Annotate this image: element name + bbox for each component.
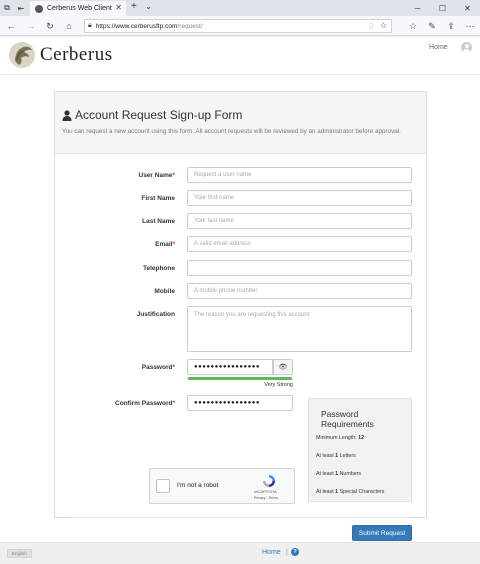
form-header: Account Request Sign-up Form You can req…: [55, 92, 426, 154]
recaptcha-label: I'm not a robot: [177, 482, 219, 489]
password-label: Password*: [141, 364, 175, 371]
favorites-icon[interactable]: ☆: [406, 19, 420, 33]
url-host: https://www.cerberusftp.com: [95, 22, 178, 30]
browser-address-bar: ← → ↻ ⌂ 🔒︎ https://www.cerberusftp.com/r…: [0, 16, 480, 36]
username-input[interactable]: Request a user name: [187, 167, 412, 183]
footer-home-link[interactable]: Home: [262, 549, 281, 556]
language-selector[interactable]: English: [7, 549, 32, 558]
pen-icon[interactable]: ✎: [425, 19, 439, 33]
recaptcha-logo-icon: [263, 475, 275, 487]
forward-icon[interactable]: →: [24, 19, 38, 33]
cerberus-emblem-icon: [9, 42, 35, 68]
mobile-input[interactable]: A mobile phone number: [187, 283, 412, 299]
tab-title: Cerberus Web Client: [47, 5, 112, 12]
signup-form-card: Account Request Sign-up Form You can req…: [54, 91, 427, 541]
user-avatar-icon[interactable]: [461, 42, 472, 53]
firstname-input[interactable]: Your first name: [187, 190, 412, 206]
window-close-icon[interactable]: ✕: [455, 0, 480, 16]
requirements-title: Password Requirements: [321, 409, 374, 429]
confirm-password-label: Confirm Password*: [115, 400, 175, 407]
justification-label: Justification: [136, 311, 175, 318]
reading-view-icon[interactable]: ▯: [369, 22, 373, 30]
brand-name: Cerberus: [40, 44, 113, 65]
maximize-icon[interactable]: ☐: [430, 0, 455, 16]
requirement-numbers: At least 1 Numbers: [316, 471, 362, 477]
requirement-min-length: Minimum Length: 12: [316, 435, 365, 441]
telephone-input[interactable]: [187, 260, 412, 276]
page-footer: English Home | ?: [0, 542, 480, 564]
user-icon: [62, 109, 72, 121]
recaptcha-widget: I'm not a robot reCAPTCHA Privacy - Term…: [149, 468, 295, 504]
home-link[interactable]: Home: [429, 44, 448, 51]
requirement-special: At least 1 Special Characters: [316, 489, 385, 495]
firstname-label: First Name: [141, 195, 175, 202]
back-icon[interactable]: ←: [4, 19, 18, 33]
star-icon[interactable]: ☆: [380, 21, 387, 30]
username-label: User Name*: [138, 172, 176, 179]
password-input[interactable]: ●●●●●●●●●●●●●●●●: [187, 359, 273, 375]
recaptcha-brand: reCAPTCHA: [254, 489, 277, 494]
tab-list-chevron-icon[interactable]: ⌄: [145, 2, 152, 11]
refresh-icon[interactable]: ↻: [43, 19, 57, 33]
footer-separator: |: [286, 549, 288, 556]
password-requirements-box: Password Requirements Minimum Length: 12…: [308, 398, 412, 502]
lastname-label: Last Name: [142, 218, 175, 225]
telephone-label: Telephone: [142, 265, 175, 272]
url-input[interactable]: 🔒︎ https://www.cerberusftp.com/request/ …: [84, 19, 392, 33]
window-controls: ─ ☐ ✕: [405, 0, 480, 16]
password-strength-text: Very Strong: [264, 382, 293, 388]
set-tabs-aside-icon[interactable]: ⇤: [14, 0, 28, 16]
minimize-icon[interactable]: ─: [405, 0, 430, 16]
form-title: Account Request Sign-up Form: [62, 108, 242, 122]
show-password-eye-icon[interactable]: 👁︎: [273, 359, 293, 375]
mobile-label: Mobile: [154, 288, 175, 295]
lock-icon: 🔒︎: [88, 22, 92, 29]
email-label: Email*: [155, 241, 175, 248]
help-icon[interactable]: ?: [291, 548, 299, 556]
cerberus-logo[interactable]: Cerberus: [7, 39, 127, 71]
email-input[interactable]: A valid email address: [187, 236, 412, 252]
browser-tab[interactable]: Cerberus Web Client ✕: [30, 1, 126, 16]
home-icon[interactable]: ⌂: [62, 19, 76, 33]
site-favicon-icon: [35, 4, 43, 13]
form-subtitle: You can request a new account using this…: [62, 128, 401, 135]
more-icon[interactable]: ⋯: [463, 19, 477, 33]
justification-textarea[interactable]: The reason you are requesting this accou…: [187, 306, 412, 352]
requirement-letters: At least 1 Letters: [316, 453, 356, 459]
form-divider: [70, 517, 412, 518]
page-content: Cerberus Home Account Request Sign-up Fo…: [0, 37, 480, 542]
new-tab-icon[interactable]: +: [131, 1, 137, 12]
submit-request-button[interactable]: Submit Request: [352, 525, 412, 541]
recaptcha-links[interactable]: Privacy - Terms: [254, 496, 278, 500]
confirm-password-input[interactable]: ●●●●●●●●●●●●●●●●: [187, 395, 293, 411]
lastname-input[interactable]: Your last name: [187, 213, 412, 229]
recaptcha-checkbox[interactable]: [156, 479, 170, 493]
close-tab-icon[interactable]: ✕: [115, 3, 122, 12]
tab-actions-icon[interactable]: ⧉: [0, 0, 14, 16]
password-strength-bar: [188, 377, 292, 380]
form-title-text: Account Request Sign-up Form: [75, 108, 243, 122]
share-icon[interactable]: ⇪: [444, 19, 458, 33]
url-path: /request/: [177, 22, 203, 30]
header-divider: [0, 74, 480, 75]
browser-tab-bar: ⧉ ⇤ Cerberus Web Client ✕ + ⌄ ─ ☐ ✕: [0, 0, 480, 16]
